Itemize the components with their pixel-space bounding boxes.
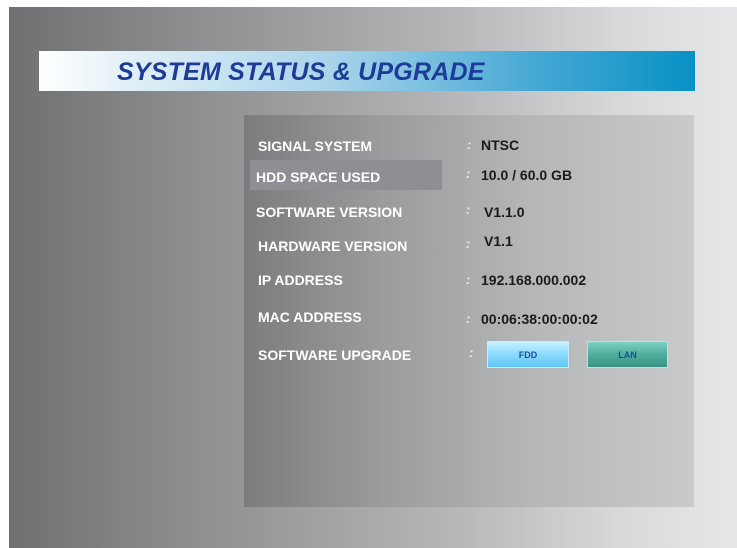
hardware-version-colon: : [466, 236, 471, 251]
status-panel: SIGNAL SYSTEM : NTSC HDD SPACE USED : 10… [244, 115, 694, 507]
software-version-colon: : [466, 202, 471, 217]
signal-system-colon: : [467, 137, 472, 152]
fdd-button-label: FDD [518, 349, 538, 360]
hdd-space-used-value: 10.0 / 60.0 GB [481, 167, 573, 183]
mac-address-label: MAC ADDRESS [258, 309, 362, 325]
software-version-value: V1.1.0 [484, 204, 525, 220]
page-title: SYSTEM STATUS & UPGRADE [117, 58, 485, 86]
software-version-label: SOFTWARE VERSION [256, 204, 403, 220]
mac-address-colon: : [466, 311, 471, 326]
osd-screen: SYSTEM STATUS & UPGRADE SIGNAL SYSTEM : … [9, 7, 737, 548]
hardware-version-label: HARDWARE VERSION [258, 238, 408, 254]
fdd-upgrade-button[interactable]: FDD [487, 341, 569, 368]
ip-address-colon: : [466, 272, 471, 287]
hdd-space-used-label[interactable]: HDD SPACE USED [256, 169, 380, 185]
title-bar: SYSTEM STATUS & UPGRADE [39, 51, 695, 91]
software-upgrade-colon: : [469, 345, 474, 360]
signal-system-value: NTSC [481, 137, 520, 153]
ip-address-value: 192.168.000.002 [481, 272, 587, 288]
ip-address-label: IP ADDRESS [258, 272, 343, 288]
signal-system-label: SIGNAL SYSTEM [258, 138, 373, 154]
hardware-version-value: V1.1 [484, 233, 513, 249]
software-upgrade-label: SOFTWARE UPGRADE [258, 347, 412, 363]
mac-address-value: 00:06:38:00:00:02 [481, 311, 598, 327]
lan-button-label: LAN [618, 349, 637, 360]
hdd-space-used-colon: : [466, 166, 471, 181]
lan-upgrade-button[interactable]: LAN [587, 341, 668, 368]
